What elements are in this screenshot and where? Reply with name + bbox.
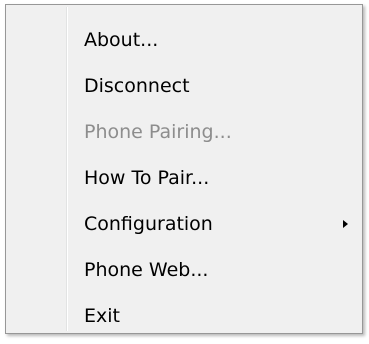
menu-item-label: About... — [84, 29, 159, 51]
menu-items: About... Disconnect Phone Pairing... How… — [6, 17, 362, 339]
menu-item-label: Disconnect — [84, 75, 190, 97]
menu-item-exit[interactable]: Exit — [6, 293, 362, 339]
menu-item-label: Phone Pairing... — [84, 121, 232, 143]
menu-item-phone-pairing: Phone Pairing... — [6, 109, 362, 155]
menu-item-configuration[interactable]: Configuration — [6, 201, 362, 247]
menu-item-label: Exit — [84, 305, 120, 327]
menu-item-phone-web[interactable]: Phone Web... — [6, 247, 362, 293]
menu-item-label: How To Pair... — [84, 167, 210, 189]
chevron-right-icon — [343, 220, 348, 228]
menu-item-about[interactable]: About... — [6, 17, 362, 63]
menu-item-label: Phone Web... — [84, 259, 209, 281]
context-menu: About... Disconnect Phone Pairing... How… — [5, 4, 363, 334]
menu-item-how-to-pair[interactable]: How To Pair... — [6, 155, 362, 201]
menu-item-label: Configuration — [84, 213, 213, 235]
menu-item-disconnect[interactable]: Disconnect — [6, 63, 362, 109]
